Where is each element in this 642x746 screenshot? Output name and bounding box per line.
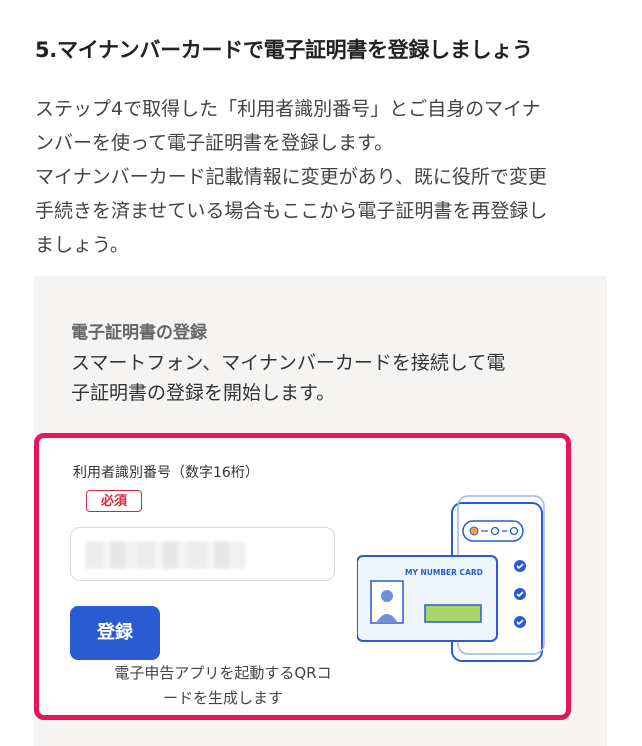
mynumber-card-phone-illustration: MY NUMBER CARD	[357, 495, 545, 662]
user-id-label: 利用者識別番号（数字16桁）	[73, 465, 259, 481]
mynumber-card-icon: MY NUMBER CARD	[357, 555, 498, 642]
qr-note-line: ードを生成します	[162, 689, 283, 707]
qr-note: 電子申告アプリを起動するQRコ ードを生成します	[85, 661, 361, 711]
intro-text: ステップ4で取得した「利用者識別番号」とご自身のマイナ ンバーを使って電子証明書…	[35, 92, 615, 262]
section-heading: 5.マイナンバーカードで電子証明書を登録しましょう	[35, 38, 533, 62]
panel-desc-line: 子証明書の登録を開始します。	[71, 382, 336, 404]
card-text: MY NUMBER CARD	[405, 568, 483, 577]
required-badge: 必須	[86, 490, 142, 512]
qr-note-line: 電子申告アプリを起動するQRコ	[114, 664, 332, 682]
intro-line: ステップ4で取得した「利用者識別番号」とご自身のマイナ	[35, 98, 541, 120]
intro-line: ンバーを使って電子証明書を登録します。	[35, 132, 394, 154]
intro-line: 手続きを済ませている場合もここから電子証明書を再登録し	[35, 200, 548, 222]
panel-title: 電子証明書の登録	[71, 323, 207, 343]
register-button[interactable]: 登録	[70, 606, 160, 660]
masked-input-value	[85, 541, 245, 569]
registration-form-highlight: 利用者識別番号（数字16桁） 必須 登録 電子申告アプリを起動するQRコ ードを…	[34, 433, 571, 720]
intro-line: マイナンバーカード記載情報に変更があり、既に役所で変更	[35, 166, 547, 188]
panel-description: スマートフォン、マイナンバーカードを接続して電 子証明書の登録を開始します。	[71, 348, 561, 408]
intro-line: ましょう。	[35, 234, 129, 256]
panel-desc-line: スマートフォン、マイナンバーカードを接続して電	[71, 352, 506, 374]
user-id-input[interactable]	[70, 527, 335, 581]
